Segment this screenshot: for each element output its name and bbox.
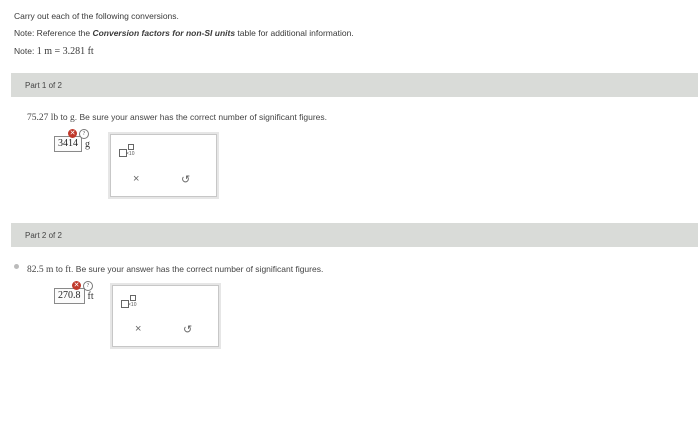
scientific-notation-icon[interactable]: ×10 bbox=[121, 295, 137, 309]
part-2-answer-unit: ft bbox=[87, 290, 94, 302]
clear-button[interactable]: × bbox=[135, 323, 141, 335]
part-1-to-word: to bbox=[60, 112, 68, 122]
part-1-question: 75.27 lb to g. Be sure your answer has t… bbox=[27, 112, 327, 123]
part-1-from-unit: lb bbox=[50, 113, 59, 123]
part-2-answer-input[interactable]: 270.8 ✕ ? bbox=[54, 281, 93, 304]
scientific-notation-icon[interactable]: ×10 bbox=[119, 144, 135, 158]
sci-x10-label: ×10 bbox=[126, 151, 135, 157]
part-2-tool-panel: ×10 × ↺ bbox=[112, 285, 219, 347]
x-circle-icon: ✕ bbox=[72, 281, 81, 290]
sci-exponent-box bbox=[130, 295, 136, 301]
part-2-header: Part 2 of 2 bbox=[11, 223, 698, 247]
note2-prefix: Note: bbox=[14, 46, 37, 56]
part-2-answer-area: 270.8 ✕ ? ft bbox=[54, 281, 94, 304]
note-prefix: Note: Reference the bbox=[14, 28, 93, 38]
info-circle-icon: ? bbox=[79, 129, 89, 139]
part-1-title: Part 1 of 2 bbox=[25, 80, 62, 90]
undo-button[interactable]: ↺ bbox=[181, 173, 190, 186]
conversion-factors-table-link[interactable]: Conversion factors for non-SI units bbox=[92, 28, 235, 38]
part-1-answer-area: 3414 ✕ ? g bbox=[54, 129, 90, 152]
info-circle-icon: ? bbox=[83, 281, 93, 291]
part-1-quantity: 75.27 bbox=[27, 113, 49, 123]
bullet-icon bbox=[14, 264, 19, 269]
clear-button[interactable]: × bbox=[133, 173, 139, 185]
part-1-question-rest: . Be sure your answer has the correct nu… bbox=[74, 112, 328, 122]
part-2-quantity: 82.5 bbox=[27, 265, 44, 275]
note-suffix: table for additional information. bbox=[235, 28, 354, 38]
part-1-answer-input[interactable]: 3414 ✕ ? bbox=[54, 129, 89, 152]
part-2-to-word: to bbox=[55, 264, 63, 274]
instructions-line: Carry out each of the following conversi… bbox=[14, 11, 179, 21]
note2-math: 1 m = 3.281 ft bbox=[36, 46, 94, 57]
part-1-answer-value: 3414 bbox=[58, 138, 78, 149]
conversion-note: Note: 1 m = 3.281 ft bbox=[14, 46, 94, 57]
part-2-title: Part 2 of 2 bbox=[25, 230, 62, 240]
sci-x10-label: ×10 bbox=[128, 302, 137, 308]
x-circle-icon: ✕ bbox=[68, 129, 77, 138]
part-1-header: Part 1 of 2 bbox=[11, 73, 698, 97]
part-1-answer-unit: g bbox=[85, 138, 90, 150]
instructions-text: Carry out each of the following conversi… bbox=[14, 11, 179, 21]
sci-exponent-box bbox=[128, 144, 134, 150]
reference-note: Note: Reference the Conversion factors f… bbox=[14, 28, 354, 38]
part-2-answer-value: 270.8 bbox=[58, 290, 81, 301]
part-2-question-rest: . Be sure your answer has the correct nu… bbox=[71, 264, 324, 274]
part-2-question: 82.5 m to ft. Be sure your answer has th… bbox=[27, 264, 323, 275]
undo-button[interactable]: ↺ bbox=[183, 323, 192, 336]
part-2-from-unit: m bbox=[46, 265, 54, 275]
part-1-tool-panel: ×10 × ↺ bbox=[110, 134, 217, 197]
